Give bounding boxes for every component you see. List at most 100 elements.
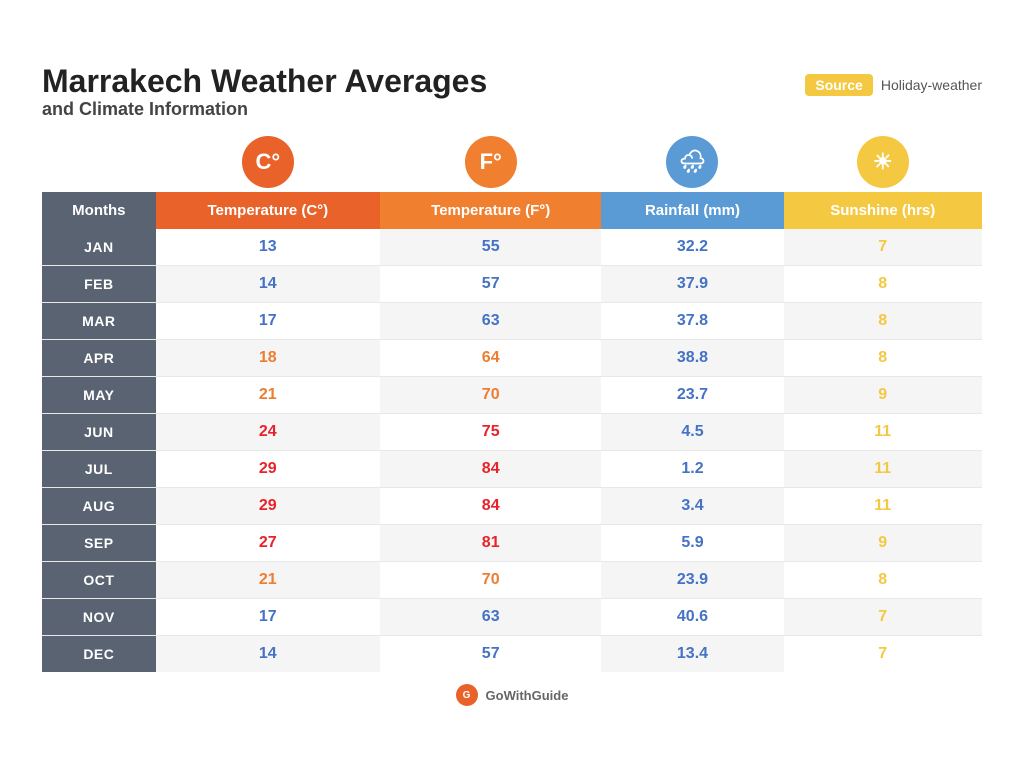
- table-row: MAR 17 63 37.8 8: [42, 303, 982, 340]
- sun-cell: 8: [784, 266, 983, 303]
- sun-cell: 7: [784, 636, 983, 672]
- temp-f-cell: 84: [380, 488, 602, 525]
- icon-row: C° F° 🌧 ☀: [42, 136, 982, 192]
- header-row: Months Temperature (C°) Temperature (F°)…: [42, 192, 982, 229]
- table-row: OCT 21 70 23.9 8: [42, 562, 982, 599]
- month-cell: APR: [42, 340, 156, 377]
- table-row: AUG 29 84 3.4 11: [42, 488, 982, 525]
- rain-icon-cell: 🌧: [601, 136, 783, 192]
- month-cell: FEB: [42, 266, 156, 303]
- rain-cell: 38.8: [601, 340, 783, 377]
- weather-table: C° F° 🌧 ☀ Months Temperature (C°) Temper…: [42, 136, 982, 672]
- sun-icon: ☀: [857, 136, 909, 188]
- month-cell: SEP: [42, 525, 156, 562]
- temp-c-cell: 21: [156, 377, 380, 414]
- temp-c-cell: 17: [156, 303, 380, 340]
- sun-icon-cell: ☀: [784, 136, 983, 192]
- table-row: JAN 13 55 32.2 7: [42, 229, 982, 266]
- month-cell: DEC: [42, 636, 156, 672]
- sun-cell: 8: [784, 340, 983, 377]
- temp-f-icon: F°: [465, 136, 517, 188]
- temp-f-cell: 75: [380, 414, 602, 451]
- temp-c-cell: 17: [156, 599, 380, 636]
- temp-f-cell: 84: [380, 451, 602, 488]
- temp-c-cell: 29: [156, 488, 380, 525]
- temp-f-header: Temperature (F°): [380, 192, 602, 229]
- temp-c-icon-cell: C°: [156, 136, 380, 192]
- temp-f-cell: 81: [380, 525, 602, 562]
- rain-cell: 13.4: [601, 636, 783, 672]
- temp-f-cell: 57: [380, 266, 602, 303]
- sun-cell: 7: [784, 599, 983, 636]
- table-row: FEB 14 57 37.9 8: [42, 266, 982, 303]
- temp-c-icon: C°: [242, 136, 294, 188]
- rain-cell: 40.6: [601, 599, 783, 636]
- title-block: Marrakech Weather Averages and Climate I…: [42, 64, 487, 120]
- temp-c-cell: 21: [156, 562, 380, 599]
- sun-cell: 9: [784, 377, 983, 414]
- sun-cell: 11: [784, 451, 983, 488]
- temp-f-icon-cell: F°: [380, 136, 602, 192]
- brand-logo-icon: G: [456, 684, 478, 706]
- temp-c-cell: 27: [156, 525, 380, 562]
- table-row: APR 18 64 38.8 8: [42, 340, 982, 377]
- footer: G GoWithGuide: [42, 684, 982, 706]
- month-cell: MAR: [42, 303, 156, 340]
- source-block: Source Holiday-weather: [805, 74, 982, 96]
- month-cell: JUN: [42, 414, 156, 451]
- sub-title: and Climate Information: [42, 99, 487, 120]
- rain-cell: 1.2: [601, 451, 783, 488]
- page-wrapper: Marrakech Weather Averages and Climate I…: [32, 44, 992, 716]
- temp-f-cell: 70: [380, 377, 602, 414]
- sun-header: Sunshine (hrs): [784, 192, 983, 229]
- rain-cell: 4.5: [601, 414, 783, 451]
- rain-cell: 5.9: [601, 525, 783, 562]
- temp-c-cell: 14: [156, 636, 380, 672]
- main-title: Marrakech Weather Averages: [42, 64, 487, 99]
- rain-cell: 3.4: [601, 488, 783, 525]
- month-cell: MAY: [42, 377, 156, 414]
- month-cell: JUL: [42, 451, 156, 488]
- sun-cell: 11: [784, 414, 983, 451]
- temp-f-cell: 64: [380, 340, 602, 377]
- temp-c-cell: 29: [156, 451, 380, 488]
- rain-header: Rainfall (mm): [601, 192, 783, 229]
- source-text: Holiday-weather: [881, 77, 982, 93]
- month-cell: OCT: [42, 562, 156, 599]
- month-cell: JAN: [42, 229, 156, 266]
- month-cell: AUG: [42, 488, 156, 525]
- months-icon-cell: [42, 136, 156, 192]
- table-row: DEC 14 57 13.4 7: [42, 636, 982, 672]
- temp-c-cell: 13: [156, 229, 380, 266]
- months-header: Months: [42, 192, 156, 229]
- temp-f-cell: 70: [380, 562, 602, 599]
- brand-name: GoWithGuide: [486, 688, 569, 703]
- month-cell: NOV: [42, 599, 156, 636]
- rain-cell: 37.9: [601, 266, 783, 303]
- temp-f-cell: 63: [380, 303, 602, 340]
- rain-icon: 🌧: [666, 136, 718, 188]
- page-header: Marrakech Weather Averages and Climate I…: [42, 64, 982, 120]
- rain-cell: 32.2: [601, 229, 783, 266]
- source-badge: Source: [805, 74, 872, 96]
- table-row: SEP 27 81 5.9 9: [42, 525, 982, 562]
- temp-c-cell: 24: [156, 414, 380, 451]
- rain-cell: 23.7: [601, 377, 783, 414]
- temp-f-cell: 63: [380, 599, 602, 636]
- temp-f-cell: 57: [380, 636, 602, 672]
- table-row: JUL 29 84 1.2 11: [42, 451, 982, 488]
- table-row: MAY 21 70 23.7 9: [42, 377, 982, 414]
- sun-cell: 9: [784, 525, 983, 562]
- table-row: JUN 24 75 4.5 11: [42, 414, 982, 451]
- sun-cell: 7: [784, 229, 983, 266]
- sun-cell: 8: [784, 303, 983, 340]
- rain-cell: 23.9: [601, 562, 783, 599]
- table-row: NOV 17 63 40.6 7: [42, 599, 982, 636]
- sun-cell: 11: [784, 488, 983, 525]
- temp-c-cell: 18: [156, 340, 380, 377]
- temp-c-header: Temperature (C°): [156, 192, 380, 229]
- rain-cell: 37.8: [601, 303, 783, 340]
- sun-cell: 8: [784, 562, 983, 599]
- temp-f-cell: 55: [380, 229, 602, 266]
- temp-c-cell: 14: [156, 266, 380, 303]
